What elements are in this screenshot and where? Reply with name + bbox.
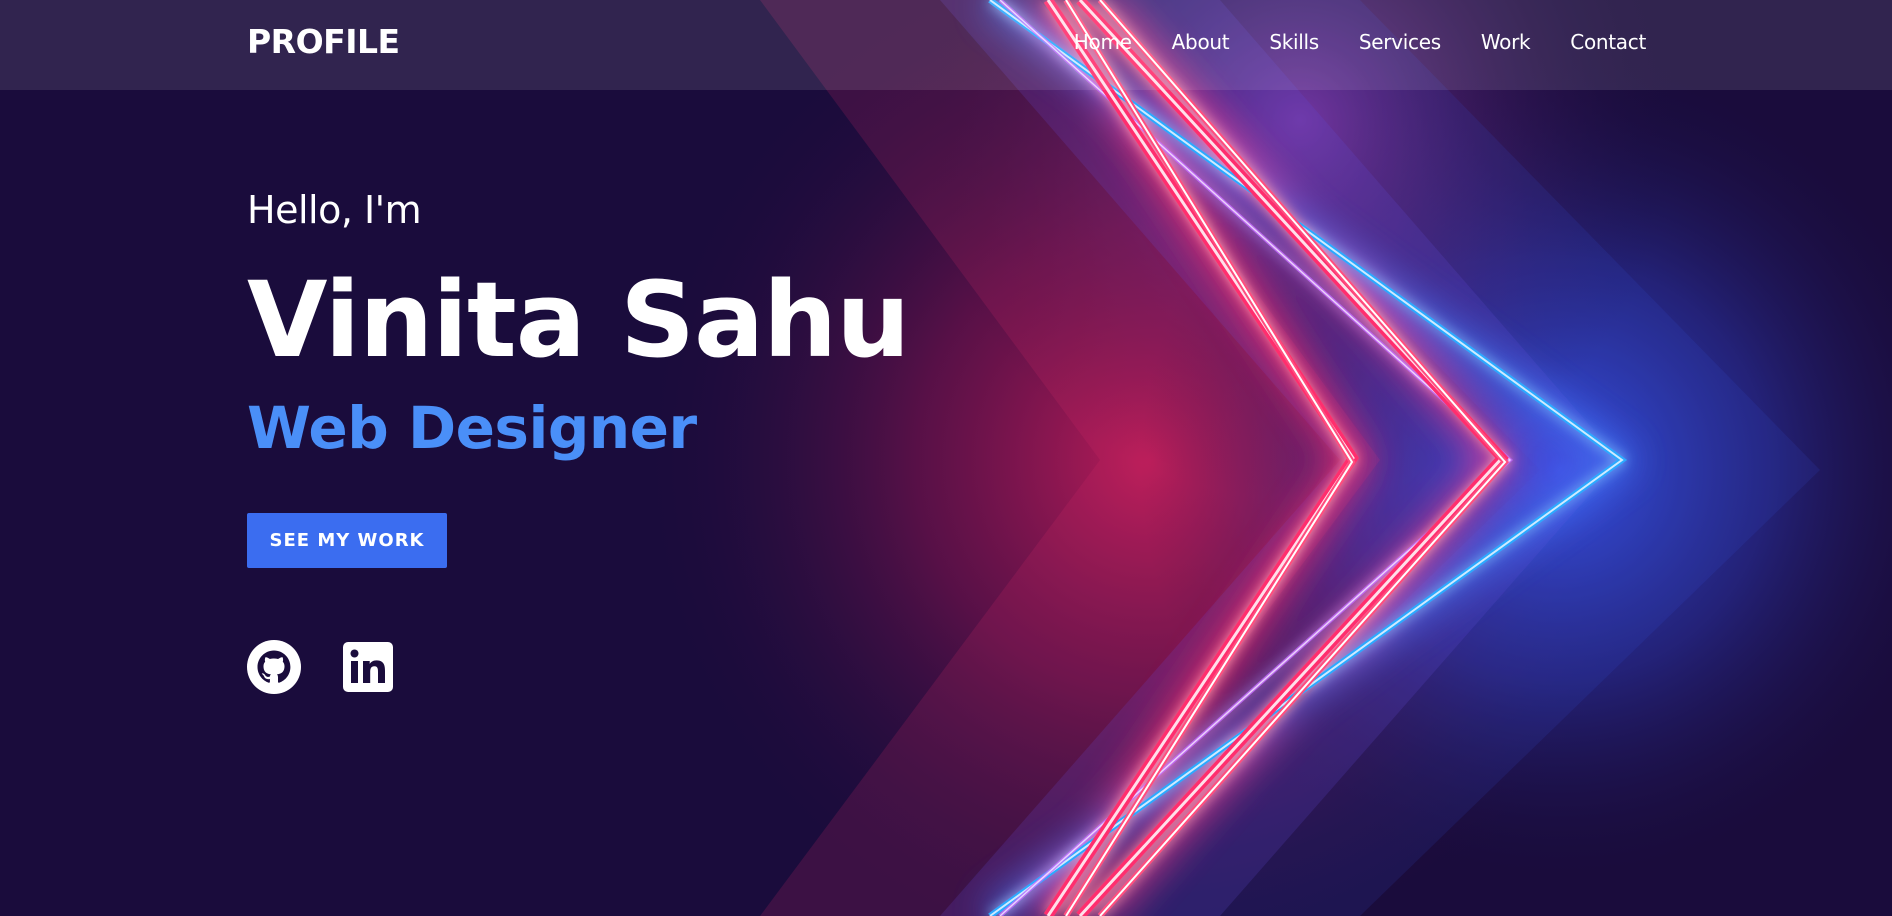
nav-link-services[interactable]: Services xyxy=(1359,30,1441,54)
hero-greeting: Hello, I'm xyxy=(247,188,422,232)
see-my-work-button[interactable]: SEE MY WORK xyxy=(247,513,447,568)
main-nav: Home About Skills Services Work Contact xyxy=(1074,30,1647,54)
nav-link-work[interactable]: Work xyxy=(1481,30,1531,54)
page: PROFILE Home About Skills Services Work … xyxy=(0,0,1892,916)
nav-link-home[interactable]: Home xyxy=(1074,30,1132,54)
hero-name: Vinita Sahu xyxy=(247,259,910,381)
hero-section: Hello, I'm Vinita Sahu Web Designer SEE … xyxy=(247,180,910,694)
hero-role: Web Designer xyxy=(247,394,697,462)
nav-link-skills[interactable]: Skills xyxy=(1269,30,1319,54)
github-icon[interactable] xyxy=(247,640,301,694)
nav-link-about[interactable]: About xyxy=(1172,30,1230,54)
top-navbar: PROFILE Home About Skills Services Work … xyxy=(0,0,1892,90)
social-links xyxy=(247,640,909,694)
nav-link-contact[interactable]: Contact xyxy=(1570,30,1646,54)
linkedin-icon[interactable] xyxy=(341,640,395,694)
site-logo[interactable]: PROFILE xyxy=(247,22,400,61)
